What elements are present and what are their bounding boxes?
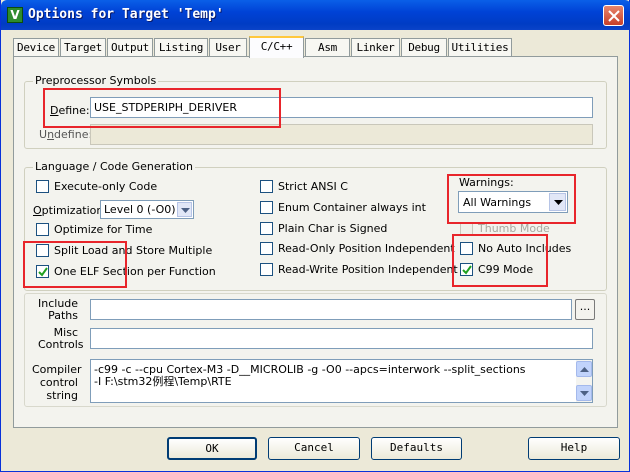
tab-c-cpp[interactable]: C/C++ [249,36,304,58]
group-title: Preprocessor Symbols [33,74,159,87]
include-paths-browse-button[interactable]: ... [575,299,595,320]
close-button[interactable] [603,5,624,26]
check-icon [38,267,48,277]
warnings-dropdown-button[interactable] [549,193,566,211]
defaults-button[interactable]: Defaults [371,437,462,460]
undefine-label-text: define: [54,128,93,141]
optimization-label-mnemonic: O [33,204,42,217]
enum-container-checkbox[interactable] [260,201,273,214]
tab-target[interactable]: Target [60,38,106,57]
optimization-dropdown-button[interactable] [177,202,192,217]
optimization-value: Level 0 (-O0) [104,203,176,216]
include-paths-label: Include Paths [38,298,78,322]
strict-ansi-checkbox[interactable] [260,180,273,193]
warnings-label: Warnings: [459,176,514,189]
app-icon: V [7,7,23,23]
no-auto-includes-checkbox[interactable] [460,242,473,255]
compiler-control-line: -I F:\stm32例程\Temp\RTE [94,375,232,388]
thumb-mode-label: Thumb Mode [478,222,550,235]
chevron-down-icon [181,208,190,213]
ropi-checkbox[interactable] [260,242,273,255]
tab-listing[interactable]: Listing [154,38,208,57]
warnings-select[interactable]: All Warnings [458,191,568,213]
execute-only-label: Execute-only Code [54,180,158,193]
c99-mode-label: C99 Mode [478,263,534,276]
undefine-input[interactable] [90,124,593,145]
undefine-label-mnemonic: n [47,128,55,141]
tab-debug[interactable]: Debug [401,38,447,57]
cpp-options-panel: Preprocessor Symbols Define: USE_STDPERI… [13,56,618,428]
tab-linker[interactable]: Linker [351,38,400,57]
c99-mode-checkbox[interactable] [460,263,473,276]
optimization-label-text: ptimization: [41,204,108,217]
include-paths-label-line2: Paths [48,309,78,322]
warnings-value: All Warnings [463,196,532,209]
ok-button[interactable]: OK [167,437,257,460]
undefine-label-start: U [39,128,48,141]
cancel-button[interactable]: Cancel [268,437,360,460]
scroll-down-button[interactable] [576,385,592,401]
split-load-label: Split Load and Store Multiple [54,244,213,257]
plain-char-checkbox[interactable] [260,222,273,235]
optimize-time-checkbox[interactable] [36,223,49,236]
tab-asm[interactable]: Asm [305,38,350,57]
help-button[interactable]: Help [528,437,620,460]
close-icon [608,10,620,22]
split-load-checkbox[interactable] [36,244,49,257]
rwpi-label: Read-Write Position Independent [278,263,458,276]
ropi-label: Read-Only Position Independent [278,242,455,255]
define-input[interactable]: USE_STDPERIPH_DERIVER [90,97,593,118]
compiler-control-scrollbar[interactable] [576,360,592,402]
define-label: Define: [50,104,90,117]
scroll-up-button[interactable] [576,361,592,377]
strict-ansi-label: Strict ANSI C [278,180,348,193]
define-label-text: efine: [58,104,90,117]
optimization-select[interactable]: Level 0 (-O0) [100,200,194,219]
tab-output[interactable]: Output [107,38,153,57]
compiler-control-label-line2: control [39,376,78,389]
no-auto-includes-label: No Auto Includes [478,242,572,255]
enum-container-label: Enum Container always int [278,201,426,214]
chevron-down-icon [554,200,563,205]
compiler-control-label-line1: Compiler [32,363,82,376]
plain-char-label: Plain Char is Signed [278,222,388,235]
optimization-label: Optimization: [33,204,107,217]
compiler-control-text[interactable]: -c99 -c --cpu Cortex-M3 -D__MICROLIB -g … [90,359,593,403]
execute-only-checkbox[interactable] [36,180,49,193]
chevron-up-icon [580,367,589,372]
one-elf-checkbox[interactable] [36,265,49,278]
window-title: Options for Target 'Temp' [28,7,224,22]
compiler-control-label-line3: string [46,389,78,402]
options-dialog: V Options for Target 'Temp' Device Targe… [0,0,630,472]
rwpi-checkbox[interactable] [260,263,273,276]
chevron-down-icon [580,391,589,396]
thumb-mode-checkbox[interactable] [460,222,473,235]
group-title: Language / Code Generation [33,160,196,173]
include-paths-input[interactable] [90,299,572,320]
check-icon [462,265,472,275]
misc-controls-label-line2: Controls [38,338,84,351]
misc-controls-input[interactable] [90,328,593,349]
title-bar[interactable]: V Options for Target 'Temp' [1,0,630,30]
optimize-time-label: Optimize for Time [54,223,153,236]
tab-device[interactable]: Device [13,38,59,57]
undefine-label: Undefine: [39,128,92,141]
compiler-control-label: Compiler control string [32,363,82,402]
misc-controls-label: Misc Controls [38,327,84,351]
tab-user[interactable]: User [209,38,247,57]
one-elf-label: One ELF Section per Function [54,265,216,278]
tab-utilities[interactable]: Utilities [448,38,512,57]
